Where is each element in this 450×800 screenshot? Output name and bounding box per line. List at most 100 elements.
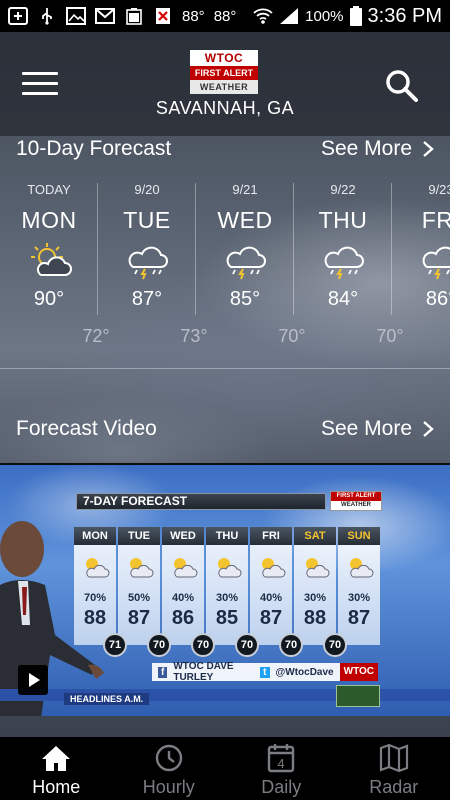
video-day-name: WED [162, 527, 204, 545]
gmail-icon [95, 8, 115, 24]
video-ticker-head: HEADLINES A.M. [64, 693, 150, 705]
search-icon[interactable] [384, 68, 420, 104]
video-rain-chance: 30% [347, 592, 371, 604]
day-name: WED [217, 207, 273, 233]
video-rain-chance: 30% [215, 592, 239, 604]
partly-sunny-icon [31, 243, 72, 276]
partly-cloudy-storm-icon [174, 558, 198, 578]
video-day-column: TUE 50% 87 [118, 527, 160, 645]
logo-line-2: FIRST ALERT [190, 66, 258, 80]
video-rain-chance: 30% [303, 592, 327, 604]
calendar-badge: 4 [278, 756, 285, 771]
home-icon [42, 746, 71, 771]
play-icon[interactable] [18, 665, 48, 695]
video-section-title: Forecast Video [16, 417, 157, 440]
blocked-icon [156, 8, 170, 24]
menu-bar [22, 82, 58, 85]
forecast-day[interactable]: 9/23 FRI 86° [392, 175, 450, 355]
video-high-temp: 87 [259, 607, 283, 629]
logo-line-3: WEATHER [190, 80, 258, 94]
twitter-handle: @WtocDave [275, 666, 334, 678]
facebook-icon: f [158, 666, 168, 678]
status-bar: 88° 88° 100% 3:36 PM [0, 0, 450, 32]
forecast-see-more-link[interactable]: See More [321, 137, 434, 161]
video-low-temp: 70 [323, 633, 347, 657]
video-high-temp: 87 [347, 607, 371, 629]
video-rain-chance: 40% [259, 592, 283, 604]
day-date: 9/20 [134, 182, 160, 197]
video-rain-chance: 40% [171, 592, 195, 604]
chevron-right-icon [423, 141, 434, 157]
nav-hourly[interactable]: Hourly [113, 737, 226, 800]
forecast-day[interactable]: 9/20 TUE 87° 73° [98, 175, 207, 355]
status-temp-2: 88° [213, 7, 237, 25]
thunderstorm-icon [422, 246, 450, 280]
day-high-temp: 87° [131, 288, 163, 310]
forecast-day-today[interactable]: TODAY MON 90° 72° [0, 175, 109, 355]
battery-icon [349, 6, 362, 26]
see-more-label: See More [320, 137, 412, 160]
daily-forecast-strip[interactable]: TODAY MON 90° 72° 9/20 TUE 87° 73° 9/21 … [0, 175, 450, 355]
thunderstorm-icon [324, 246, 364, 280]
video-day-column: WED 40% 86 [162, 527, 204, 645]
day-name: THU [318, 207, 368, 233]
day-name: FRI [421, 207, 450, 233]
app-header: WTOC FIRST ALERT WEATHER SAVANNAH, GA [0, 32, 450, 136]
wifi-icon [253, 8, 273, 24]
notification-icons: 88° 88° [8, 7, 236, 25]
clock-time: 3:36 PM [367, 4, 442, 27]
nav-daily[interactable]: 4 Daily [225, 737, 338, 800]
status-temp-1: 88° [182, 7, 205, 25]
nav-label: Radar [369, 777, 419, 797]
video-low-temp: 70 [279, 633, 303, 657]
day-date: 9/22 [330, 182, 356, 197]
video-see-more-link[interactable]: See More [321, 417, 434, 441]
day-high-temp: 84° [327, 288, 359, 310]
battery-full-icon [126, 8, 142, 25]
day-date: 9/23 [428, 182, 450, 197]
image-icon [66, 7, 86, 25]
system-icons: 100% 3:36 PM [253, 5, 442, 28]
thunderstorm-icon [128, 246, 168, 280]
section-divider [0, 368, 450, 369]
video-day-name: FRI [250, 527, 292, 545]
video-day-column: FRI 40% 87 [250, 527, 292, 645]
nav-radar[interactable]: Radar [338, 737, 450, 800]
nav-label: Daily [261, 777, 302, 797]
usb-icon [42, 8, 52, 25]
video-low-temp: 70 [147, 633, 171, 657]
logo-line-1: WTOC [190, 50, 258, 66]
partly-cloudy-storm-icon [130, 558, 154, 578]
video-day-column: SAT 30% 88 [294, 527, 336, 645]
forecast-day[interactable]: 9/21 WED 85° 70° [196, 175, 305, 355]
clock-icon [155, 744, 182, 772]
nav-label: Home [32, 777, 81, 797]
video-section-header: Forecast Video See More [0, 411, 450, 447]
twitter-icon: t [260, 666, 270, 678]
video-weather-badge: FIRST ALERT WEATHER [330, 491, 382, 511]
video-sponsor-logo [336, 685, 380, 707]
forecast-day[interactable]: 9/22 THU 84° 70° [294, 175, 404, 355]
partly-cloudy-storm-icon [262, 558, 286, 578]
video-high-temp: 88 [303, 607, 327, 629]
partly-cloudy-storm-icon [350, 558, 374, 578]
day-name: TUE [123, 207, 171, 233]
video-banner-title: 7-DAY FORECAST [76, 493, 326, 510]
day-date: TODAY [27, 182, 71, 197]
badge-line-1: FIRST ALERT [331, 492, 381, 501]
nav-label: Hourly [142, 777, 195, 797]
day-high-temp: 85° [229, 288, 261, 310]
menu-bar [22, 72, 58, 75]
video-day-column: SUN 30% 87 [338, 527, 380, 645]
video-day-name: TUE [118, 527, 160, 545]
video-high-temp: 86 [171, 607, 195, 629]
nav-home[interactable]: Home [0, 737, 113, 800]
forecast-video-thumbnail[interactable]: 7-DAY FORECAST FIRST ALERT WEATHER MON 7… [0, 463, 450, 716]
menu-button[interactable] [22, 72, 58, 98]
video-day-name: SUN [338, 527, 380, 545]
video-low-temp: 70 [235, 633, 259, 657]
day-date: 9/21 [232, 182, 258, 197]
menu-bar [22, 92, 58, 95]
day-high-temp: 86° [425, 288, 450, 310]
map-icon [379, 743, 408, 773]
